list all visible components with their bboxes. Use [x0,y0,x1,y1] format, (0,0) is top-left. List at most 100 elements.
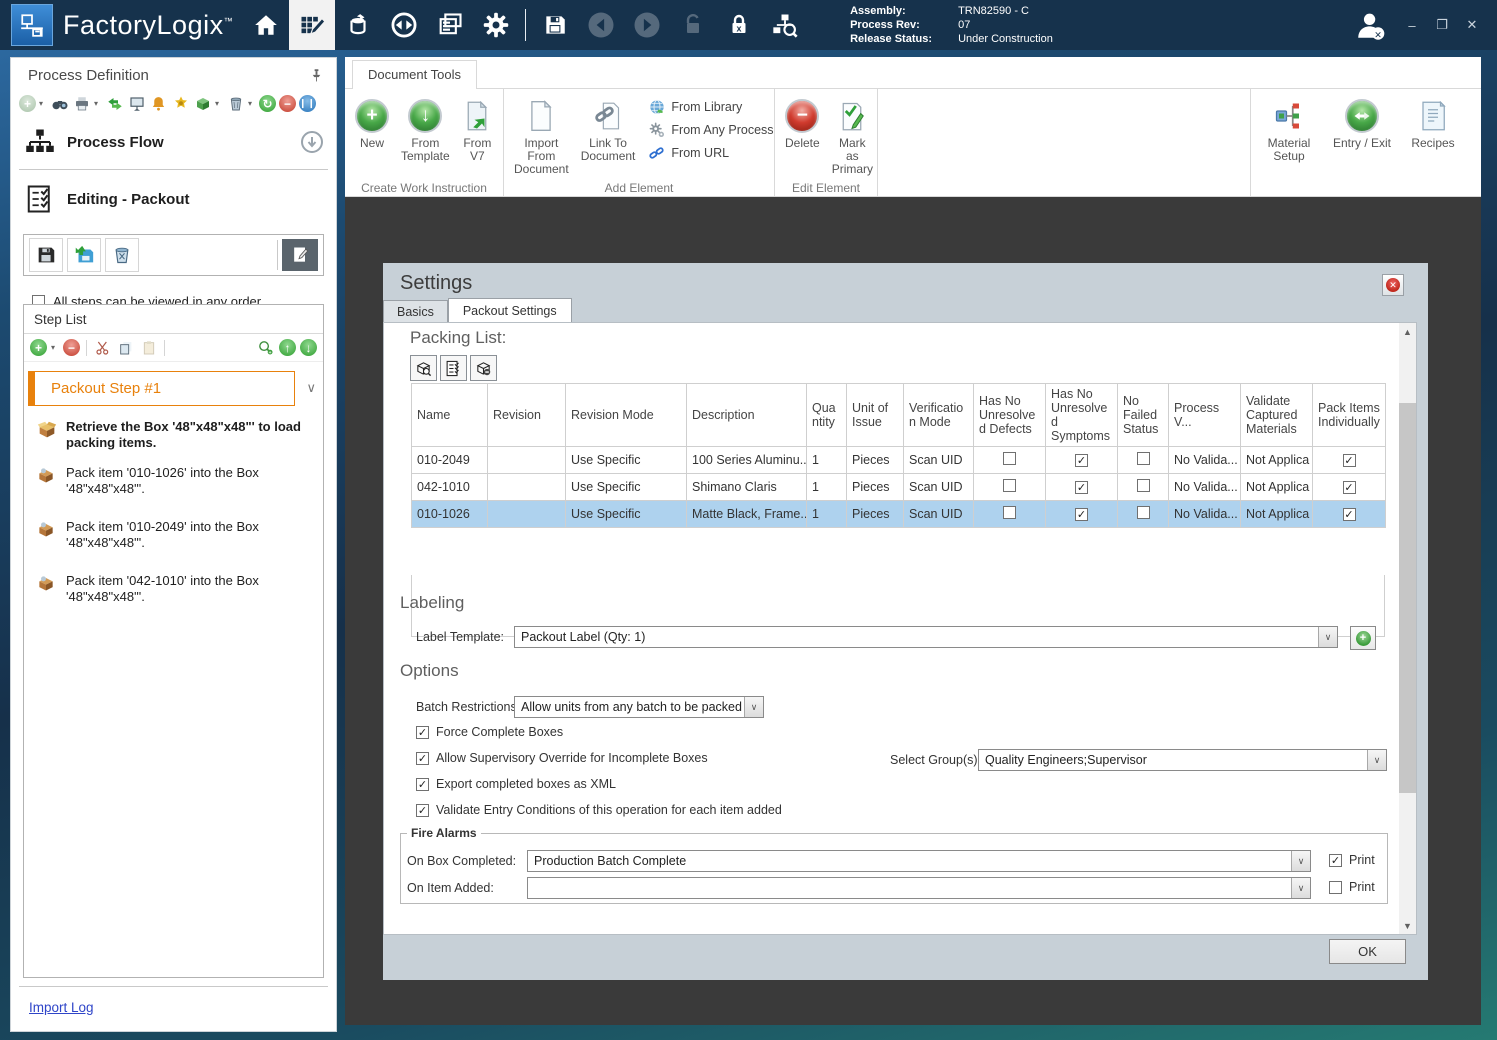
select-groups-select[interactable]: Quality Engineers;Supervisor ∨ [978,749,1387,771]
print-caret-icon[interactable]: ▾ [94,99,102,108]
pause-icon[interactable]: ❙❙ [299,95,316,112]
home-icon[interactable] [243,0,289,50]
table-header-row[interactable]: Name Revision Revision Mode Description … [411,383,1386,447]
process-flow-row[interactable]: Process Flow [11,117,336,167]
print-on-box-checkbox[interactable] [1329,853,1342,867]
delete-element-button[interactable]: − Delete [780,95,825,153]
step-item[interactable]: Pack item '042-1010' into the Box '48"x4… [24,566,323,612]
add-label-template-button[interactable]: + [1350,626,1376,650]
process-exchange-icon[interactable] [105,94,124,113]
add-step-icon[interactable]: + [30,339,47,356]
lock-release-icon[interactable]: x [716,0,762,50]
package-icon[interactable] [193,94,212,113]
package-caret-icon[interactable]: ▾ [215,99,223,108]
symptoms-checkbox[interactable] [1075,508,1088,521]
chevron-down-icon[interactable]: ∨ [744,697,763,717]
from-any-process-button[interactable]: From Any Process [649,122,774,138]
supervisory-override-checkbox[interactable] [416,751,429,765]
table-row-selected[interactable]: 010-1026 Use Specific Matte Black, Frame… [411,500,1386,528]
label-template-select[interactable]: Packout Label (Qty: 1) ∨ [514,626,1338,648]
tab-packout-settings[interactable]: Packout Settings [447,298,572,323]
import-log-link[interactable]: Import Log [29,1000,94,1015]
refresh-icon[interactable]: ↻ [259,95,276,112]
import-from-document-button[interactable]: Import From Document [509,95,574,179]
failed-status-checkbox[interactable] [1136,506,1150,519]
undo-back-icon[interactable] [578,0,624,50]
scroll-down-icon[interactable]: ▼ [1399,917,1416,934]
defects-checkbox[interactable] [1003,506,1016,519]
from-v7-button[interactable]: From V7 [457,95,498,166]
link-to-document-button[interactable]: Link To Document [576,95,641,166]
presentation-icon[interactable] [127,94,146,113]
symptoms-checkbox[interactable] [1075,454,1088,467]
binoculars-icon[interactable] [50,94,69,113]
step-item[interactable]: Pack item '010-2049' into the Box '48"x4… [24,512,323,558]
defects-checkbox[interactable] [1003,479,1016,492]
tab-document-tools[interactable]: Document Tools [352,60,477,89]
failed-status-checkbox[interactable] [1136,479,1150,492]
close-button[interactable]: ✕ [1457,17,1487,33]
remove-step-icon[interactable]: − [63,339,80,356]
trash-icon[interactable] [226,94,245,113]
view-box-button[interactable] [410,355,437,381]
recipes-button[interactable]: Recipes [1402,95,1464,153]
remove-icon[interactable]: − [279,95,296,112]
add-caret-icon[interactable]: ▾ [39,99,47,108]
export-xml-checkbox[interactable] [416,777,429,791]
mark-as-primary-button[interactable]: Mark as Primary [827,95,878,179]
tab-basics[interactable]: Basics [383,300,448,323]
dialog-close-button[interactable]: ✕ [1382,274,1404,296]
packing-list-table[interactable]: Name Revision Revision Mode Description … [411,383,1386,528]
edit-mode-button[interactable] [282,239,318,271]
move-down-icon[interactable]: ↓ [300,339,317,356]
from-url-button[interactable]: From URL [649,145,773,161]
step-item[interactable]: Retrieve the Box '48"x48"x48"' to load p… [24,412,323,458]
on-item-added-select[interactable]: ∨ [527,877,1311,899]
symptoms-checkbox[interactable] [1075,481,1088,494]
add-disabled-icon[interactable]: + [19,95,36,112]
step-item[interactable]: Pack item '010-1026' into the Box '48"x4… [24,458,323,504]
save-icon[interactable] [532,0,578,50]
paste-icon[interactable] [139,338,158,357]
pin-icon[interactable] [309,68,324,83]
export-document-button[interactable] [67,238,101,272]
chevron-down-icon[interactable]: ∨ [1291,851,1310,871]
maximize-button[interactable]: ❐ [1427,17,1457,33]
material-setup-button[interactable]: Material Setup [1256,95,1322,166]
from-library-button[interactable]: From Library [649,99,773,115]
collapse-circle-icon[interactable] [300,130,324,154]
editing-packout-row[interactable]: Editing - Packout [11,172,336,224]
gear-star-icon[interactable] [171,94,190,113]
table-row[interactable]: 010-2049 Use Specific 100 Series Aluminu… [411,446,1386,474]
batch-restrictions-select[interactable]: Allow units from any batch to be packed … [514,696,764,718]
pack-individually-checkbox[interactable] [1342,481,1356,494]
add-step-caret-icon[interactable]: ▾ [51,343,59,352]
redo-forward-icon[interactable] [624,0,670,50]
new-button[interactable]: + New [350,95,394,153]
copy-icon[interactable] [116,338,135,357]
remove-box-button[interactable] [470,355,497,381]
user-logout-icon[interactable]: ✕ [1345,0,1397,50]
bell-icon[interactable] [149,94,168,113]
vertical-scrollbar[interactable]: ▲ ▼ [1399,323,1416,934]
minimize-button[interactable]: – [1397,18,1427,33]
save-document-button[interactable] [29,238,63,272]
scroll-up-icon[interactable]: ▲ [1399,323,1416,340]
print-on-item-checkbox[interactable] [1329,880,1342,894]
chevron-down-icon[interactable]: ∨ [1367,750,1386,770]
validate-entry-conditions-checkbox[interactable] [416,803,429,817]
pack-individually-checkbox[interactable] [1342,454,1356,467]
step-group-header[interactable]: Packout Step #1 ∨ [28,371,316,406]
process-editor-icon[interactable] [289,0,336,50]
edit-list-button[interactable] [440,355,467,381]
process-search-icon[interactable] [762,0,808,50]
delete-document-button[interactable] [105,238,139,272]
on-box-completed-select[interactable]: Production Batch Complete ∨ [527,850,1311,872]
feeder-setup-icon[interactable] [335,0,381,50]
chevron-down-icon[interactable]: ∨ [1318,627,1337,647]
chevron-down-icon[interactable]: ∨ [306,380,316,396]
pack-individually-checkbox[interactable] [1342,508,1356,521]
zoom-add-icon[interactable]: + [256,338,275,357]
ok-button[interactable]: OK [1329,939,1406,964]
cut-icon[interactable] [93,338,112,357]
